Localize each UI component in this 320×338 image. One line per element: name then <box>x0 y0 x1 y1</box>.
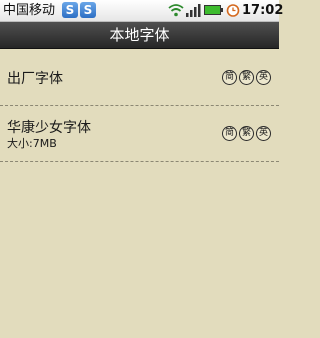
carrier-name: 中国移动 <box>3 3 56 18</box>
font-list-item[interactable]: 华康少女字体 大小:7MB 简 繁 英 <box>0 106 279 162</box>
english-badge: 英 <box>256 126 271 141</box>
notification-s-icon: S <box>62 2 78 18</box>
simplified-badge: 简 <box>222 70 237 85</box>
simplified-badge: 简 <box>222 126 237 141</box>
wifi-icon <box>168 4 184 17</box>
battery-icon <box>204 5 223 15</box>
language-badges: 简 繁 英 <box>222 70 271 85</box>
title-bar: 本地字体 <box>0 22 279 49</box>
clock: 17:02 <box>242 3 284 18</box>
status-bar: 中国移动 S S 17:02 <box>0 0 283 22</box>
english-badge: 英 <box>256 70 271 85</box>
font-name: 华康少女字体 <box>7 120 91 136</box>
signal-strength-icon <box>186 4 201 17</box>
font-list-item[interactable]: 出厂字体 简 繁 英 <box>0 49 279 106</box>
font-name: 出厂字体 <box>7 71 63 87</box>
alarm-clock-icon <box>226 4 240 17</box>
language-badges: 简 繁 英 <box>222 126 271 141</box>
font-file-size: 大小:7MB <box>7 137 57 150</box>
notification-s-icon: S <box>80 2 96 18</box>
page-title: 本地字体 <box>109 26 170 44</box>
traditional-badge: 繁 <box>239 70 254 85</box>
traditional-badge: 繁 <box>239 126 254 141</box>
